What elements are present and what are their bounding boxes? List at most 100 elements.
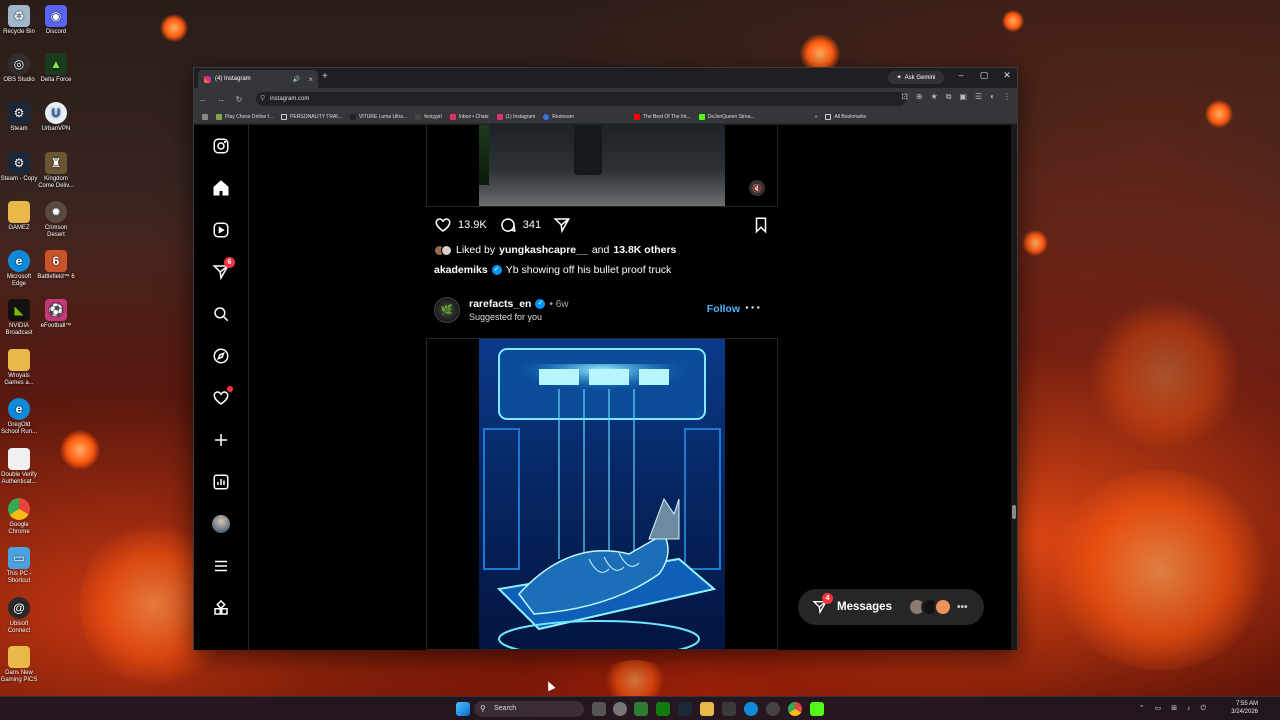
comment-button[interactable]: 341 (499, 216, 541, 234)
scrollbar-thumb[interactable] (1012, 505, 1016, 519)
desktop-icon-nvidia-broadcast[interactable]: ◣ NVIDIA Broadcast (0, 299, 38, 337)
desktop-icon-double-verify[interactable]: Double Verify Authenticat... (0, 448, 38, 486)
edge-icon[interactable] (744, 702, 758, 716)
bookmark-item[interactable]: The Best Of The Int... (633, 113, 691, 120)
follow-button[interactable]: Follow (707, 303, 740, 315)
media-player-icon[interactable] (634, 702, 648, 716)
notifications-heart-icon[interactable] (210, 386, 233, 409)
dashboard-icon[interactable] (210, 471, 232, 493)
post-author-avatar[interactable]: 🌿 (434, 297, 460, 323)
also-from-meta-icon[interactable] (210, 597, 232, 619)
bookmark-item[interactable]: Play Chess Online f... (216, 113, 273, 120)
desktop-icon-battlefield[interactable]: 6 Battlefield™ 6 (37, 250, 75, 281)
desktop-icon-chrome[interactable]: Google Chrome (0, 498, 38, 536)
taskbar-clock[interactable]: 7:55 AM 3/24/2026 (1231, 700, 1258, 716)
desktop-icon-obs[interactable]: ◎ OBS Studio (0, 53, 38, 84)
desktop-icon-efootball[interactable]: ⚽ eFootball™ (37, 299, 75, 330)
gear-icon[interactable] (766, 702, 780, 716)
xbox-icon[interactable] (656, 702, 670, 716)
post-author-username[interactable]: rarefacts_en (469, 298, 531, 310)
steam-icon[interactable] (678, 702, 692, 716)
back-icon[interactable]: ← (194, 95, 212, 104)
save-button[interactable] (752, 216, 770, 237)
bookmark-item[interactable]: VITURE Luma Ultra... (349, 113, 407, 120)
sidepanel-icon[interactable]: ☰ (975, 92, 982, 102)
instagram-logo-icon[interactable] (210, 135, 232, 157)
all-bookmarks[interactable]: All Bookmarks (825, 113, 866, 120)
desktop-icon-dans-pics[interactable]: Dans New Gaming PICS (0, 646, 38, 684)
bookmark-item[interactable]: (1) Instagram (496, 113, 535, 120)
close-window-button[interactable]: ✕ (997, 70, 1017, 81)
ask-gemini-button[interactable]: ✦ Ask Gemini (888, 71, 944, 84)
close-tab-icon[interactable]: × (308, 75, 313, 84)
reload-icon[interactable]: ↻ (230, 95, 248, 104)
bookmark-item[interactable]: Inbox • Chats (449, 113, 489, 120)
messenger-icon[interactable]: 6 (210, 257, 235, 283)
minimize-button[interactable]: – (951, 70, 971, 80)
caption-username[interactable]: akademiks (434, 264, 488, 276)
desktop-icon-urbanvpn[interactable]: U UrbanVPN (37, 102, 75, 133)
menu-icon[interactable]: ⋮ (1003, 92, 1011, 102)
speaker-icon[interactable]: 🔊 (293, 76, 300, 83)
create-plus-icon[interactable] (210, 429, 232, 451)
chrome-icon[interactable] (788, 702, 802, 716)
install-app-icon[interactable]: ⊡ (901, 92, 908, 102)
page-scrollbar[interactable] (1011, 125, 1017, 650)
apps-icon[interactable] (202, 113, 208, 120)
desktop-icon-crimson-desert[interactable]: ✹ Crimson Desert (37, 201, 75, 239)
bookmark-item[interactable]: fentygirl (415, 113, 442, 120)
tab-instagram[interactable]: (4) Instagram 🔊 × (198, 70, 318, 88)
desktop-icon-steam-copy[interactable]: ⚙ Steam - Copy (0, 152, 38, 183)
share-button[interactable] (553, 216, 571, 234)
calculator-icon[interactable] (722, 702, 736, 716)
taskbar-search[interactable]: ⚲ Search (474, 701, 584, 717)
mute-icon[interactable]: 🔇 (749, 180, 765, 196)
desktop-icon-delta-force[interactable]: ▲ Delta Force (37, 53, 75, 84)
more-options-icon[interactable]: ··· (745, 299, 762, 315)
profile-icon[interactable]: ◐ (990, 92, 995, 102)
extensions-icon[interactable]: ⧉ (946, 92, 952, 102)
desktop-icon-wroyals[interactable]: Wroyals Games a... (0, 349, 38, 387)
zoom-icon[interactable]: ⊕ (916, 92, 923, 102)
reels-icon[interactable] (210, 219, 232, 241)
desktop-icon-gregold[interactable]: e GregOld School Run... (0, 398, 38, 436)
address-bar[interactable]: ⚲ instagram.com (256, 92, 906, 106)
profile-avatar[interactable] (210, 513, 232, 535)
desktop-icon-edge[interactable]: e Microsoft Edge (0, 250, 38, 288)
cast-icon[interactable]: ▣ (959, 92, 967, 102)
site-info-icon[interactable]: ⚲ (260, 92, 265, 106)
start-windows-icon[interactable] (456, 702, 470, 716)
desktop-icon-gamez[interactable]: GAMEZ (0, 201, 38, 232)
desktop-icon-discord[interactable]: ◉ Discord (37, 5, 75, 36)
desktop-icon-steam[interactable]: ⚙ Steam (0, 102, 38, 133)
crimson-desert-icon: ✹ (45, 201, 67, 223)
desktop-icon-this-pc[interactable]: ▭ This PC - Shortcut (0, 547, 38, 585)
file-explorer-icon[interactable] (700, 702, 714, 716)
bookmark-item[interactable]: PERSONALITY TRAI... (281, 113, 342, 120)
messages-button[interactable]: 4 Messages ••• (798, 589, 984, 625)
bookmark-item[interactable]: Restream (543, 113, 574, 120)
bookmark-item[interactable]: DeJenQueen Strea... (698, 113, 755, 120)
desktop-icon-ubisoft[interactable]: @ Ubisoft Connect (0, 597, 38, 635)
forward-icon[interactable]: → (212, 95, 230, 104)
maximize-button[interactable]: ▢ (974, 70, 994, 81)
post-image[interactable] (426, 338, 778, 650)
liked-by-user-link[interactable]: yungkashcapre__ (499, 244, 588, 256)
desktop-icon-kingdom-come[interactable]: ♜ Kingdom Come Deliv... (37, 152, 75, 190)
like-button[interactable]: 13.9K (434, 216, 487, 234)
more-menu-icon[interactable] (210, 555, 232, 577)
system-tray[interactable]: ⌃ ▭ ⊞ ♪ ⏻ (1139, 704, 1210, 713)
desktop-icon-recycle-bin[interactable]: ♻ Recycle Bin (0, 5, 38, 36)
media-player-icon[interactable] (810, 702, 824, 716)
liked-by-others-link[interactable]: 13.8K others (613, 244, 676, 256)
bookmark-star-icon[interactable]: ★ (931, 92, 938, 102)
more-bookmarks-icon[interactable]: » (815, 114, 818, 120)
home-icon[interactable] (210, 177, 232, 199)
task-view-icon[interactable] (592, 702, 606, 716)
instagram-feed: 🔇 13.9K 341 Liked by yungkashcapre__ and… (426, 125, 778, 650)
post-video[interactable]: 🔇 (426, 125, 778, 207)
search-icon[interactable] (210, 303, 232, 325)
new-tab-button[interactable]: + (322, 71, 328, 82)
explore-icon[interactable] (210, 345, 232, 367)
settings-icon[interactable] (613, 702, 627, 716)
